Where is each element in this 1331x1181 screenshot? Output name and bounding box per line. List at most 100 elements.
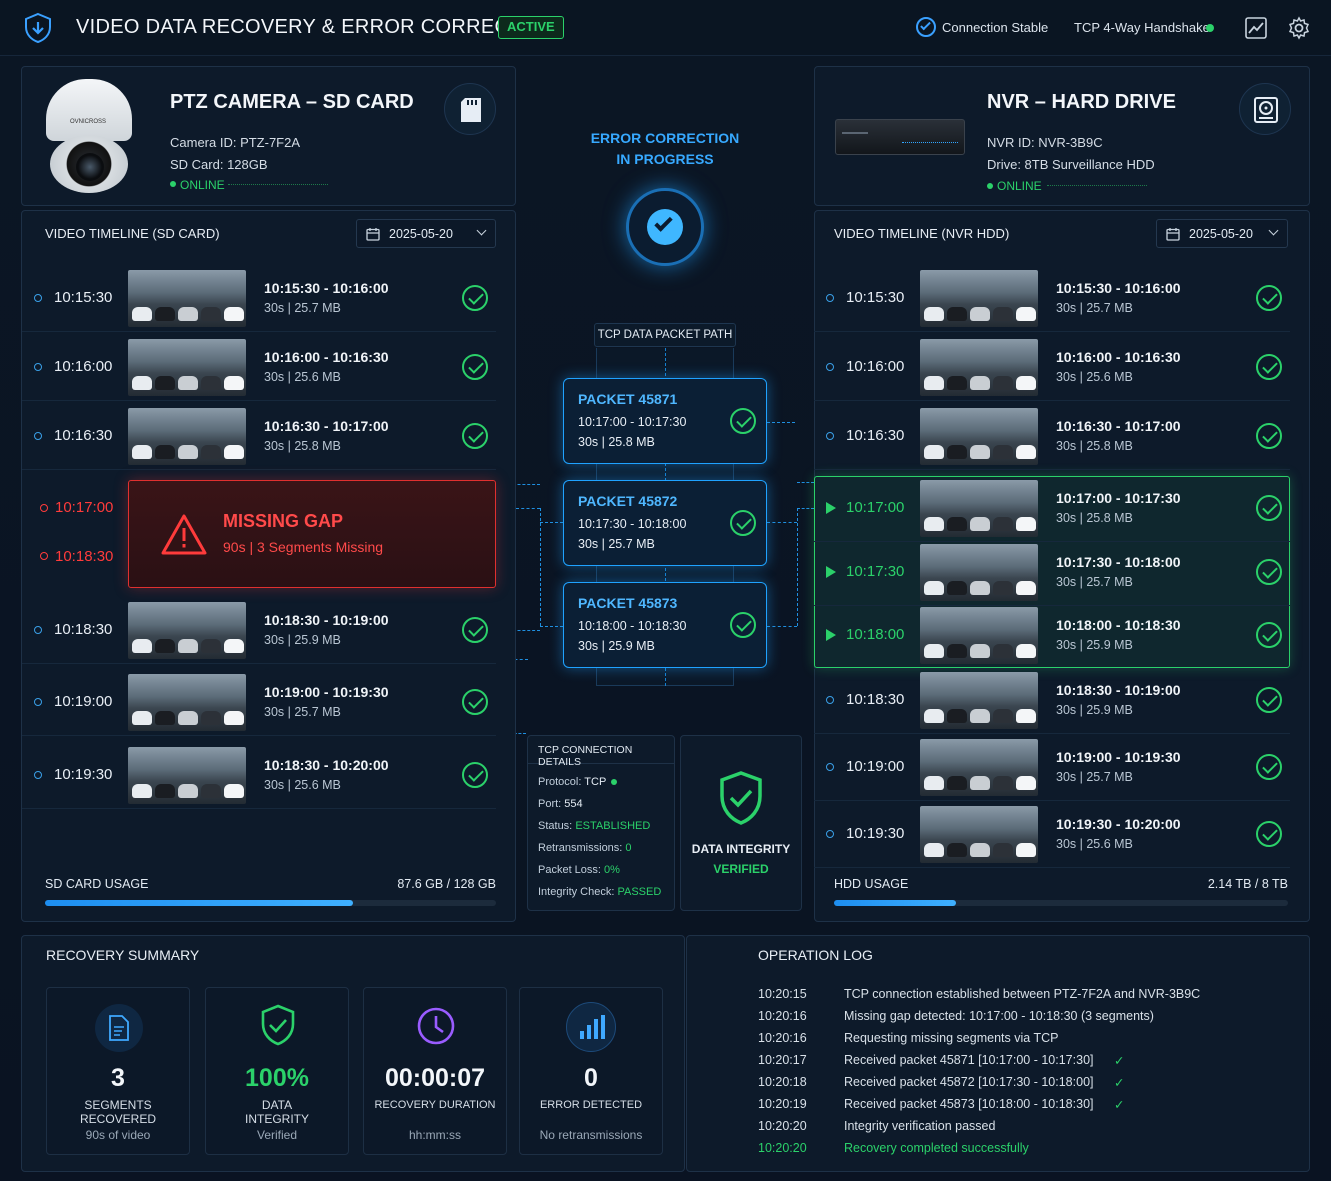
chevron-down-icon	[1268, 225, 1279, 236]
segment-time: 10:16:30	[34, 402, 112, 470]
timeline-row[interactable]: 10:16:00 10:16:00 - 10:16:30 30s | 25.6 MB	[814, 333, 1290, 401]
gap-start-time: 10:17:00	[55, 499, 114, 516]
timeline-dot	[34, 626, 42, 634]
timeline-dot	[34, 294, 42, 302]
app-title: VIDEO DATA RECOVERY & ERROR CORRECTION	[76, 16, 559, 38]
log-message: Missing gap detected: 10:17:00 - 10:18:3…	[844, 1009, 1154, 1023]
timeline-row[interactable]: 10:15:30 10:15:30 - 10:16:00 30s | 25.7 MB	[814, 264, 1290, 332]
log-time: 10:20:17	[758, 1053, 807, 1067]
packet-range: 10:17:00 - 10:17:30	[578, 415, 687, 429]
check-circle-icon	[462, 285, 488, 311]
packet-path-title: TCP DATA PACKET PATH	[594, 323, 736, 347]
timeline-row[interactable]: 10:16:00 10:16:00 - 10:16:30 30s | 25.6 MB	[22, 333, 496, 401]
video-thumbnail[interactable]	[128, 674, 246, 731]
timeline-row[interactable]: 10:18:30 10:18:30 - 10:19:00 30s | 25.9 MB	[22, 596, 496, 664]
packet-meta: 30s | 25.9 MB	[578, 639, 655, 653]
video-thumbnail[interactable]	[128, 270, 246, 327]
video-thumbnail[interactable]	[920, 739, 1038, 796]
sd-timeline-title: VIDEO TIMELINE (SD CARD)	[45, 226, 220, 241]
camera-online: ONLINE	[180, 178, 225, 192]
timeline-row[interactable]: 10:17:00 10:17:00 - 10:17:30 30s | 25.8 MB	[814, 474, 1290, 542]
camera-title: PTZ CAMERA – SD CARD	[170, 91, 414, 113]
video-thumbnail[interactable]	[128, 602, 246, 659]
timeline-row[interactable]: 10:18:30 10:18:30 - 10:19:00 30s | 25.9 MB	[814, 666, 1290, 734]
segment-time: 10:16:30	[826, 402, 904, 470]
segment-meta: 30s | 25.8 MB	[1056, 511, 1133, 525]
nvr-storage: Drive: 8TB Surveillance HDD	[987, 157, 1155, 172]
segment-info: 10:18:00 - 10:18:30 30s | 25.9 MB	[1056, 617, 1181, 652]
status-line-1: ERROR CORRECTION	[590, 130, 740, 146]
play-icon	[826, 502, 836, 514]
tcp-integrity: Integrity Check: PASSED	[538, 886, 662, 898]
packet-card[interactable]: PACKET 45873 10:18:00 - 10:18:30 30s | 2…	[563, 582, 767, 668]
missing-gap-card[interactable]: MISSING GAP 90s | 3 Segments Missing	[128, 480, 496, 588]
packet-card[interactable]: PACKET 45872 10:17:30 - 10:18:00 30s | 2…	[563, 480, 767, 566]
video-thumbnail[interactable]	[920, 270, 1038, 327]
log-time: 10:20:19	[758, 1097, 807, 1111]
nvr-id: NVR ID: NVR-3B9C	[987, 135, 1103, 150]
timeline-row[interactable]: 10:16:30 10:16:30 - 10:17:00 30s | 25.8 MB	[22, 402, 496, 470]
tcp-retransmissions: Retransmissions: 0	[538, 842, 632, 854]
video-thumbnail[interactable]	[920, 607, 1038, 664]
duration-value: 00:00:07	[384, 1064, 486, 1092]
gear-icon[interactable]	[1287, 16, 1311, 40]
timeline-row[interactable]: 10:19:30 10:18:30 - 10:20:00 30s | 25.6 MB	[22, 741, 496, 809]
shield-check-icon	[261, 1004, 295, 1046]
video-thumbnail[interactable]	[920, 544, 1038, 601]
segment-meta: 30s | 25.7 MB	[1056, 770, 1133, 784]
check-circle-icon	[1256, 821, 1282, 847]
connector-line	[767, 422, 795, 423]
nvr-date-select[interactable]: 2025-05-20	[1156, 219, 1288, 248]
chevron-down-icon	[476, 225, 487, 236]
video-thumbnail[interactable]	[920, 339, 1038, 396]
integrity-summary-label: DATA INTEGRITY	[244, 1098, 309, 1126]
timeline-row[interactable]: 10:17:30 10:17:30 - 10:18:00 30s | 25.7 MB	[814, 538, 1290, 606]
check-circle-icon	[1256, 354, 1282, 380]
video-thumbnail[interactable]	[920, 408, 1038, 465]
check-icon: ✓	[1114, 1076, 1125, 1090]
segment-meta: 30s | 25.6 MB	[264, 778, 341, 792]
log-time: 10:20:20	[758, 1119, 807, 1133]
camera-storage: SD Card: 128GB	[170, 157, 268, 172]
log-time: 10:20:20	[758, 1141, 807, 1155]
sd-usage-value: 87.6 GB / 128 GB	[397, 877, 496, 891]
segment-info: 10:16:00 - 10:16:30 30s | 25.6 MB	[1056, 349, 1181, 384]
line-chart-icon[interactable]	[1244, 16, 1268, 40]
video-thumbnail[interactable]	[128, 747, 246, 804]
check-circle-icon	[462, 689, 488, 715]
video-thumbnail[interactable]	[920, 806, 1038, 863]
segment-time: 10:16:00	[826, 333, 904, 401]
timeline-row[interactable]: 10:19:00 10:19:00 - 10:19:30 30s | 25.7 MB	[814, 733, 1290, 801]
video-thumbnail[interactable]	[128, 408, 246, 465]
timeline-row[interactable]: 10:18:00 10:18:00 - 10:18:30 30s | 25.9 MB	[814, 601, 1290, 669]
online-dot	[987, 183, 993, 189]
log-message: TCP connection established between PTZ-7…	[844, 987, 1201, 1001]
segment-info: 10:15:30 - 10:16:00 30s | 25.7 MB	[1056, 280, 1181, 315]
video-thumbnail[interactable]	[128, 339, 246, 396]
timeline-row[interactable]: 10:15:30 10:15:30 - 10:16:00 30s | 25.7 MB	[22, 264, 496, 332]
segment-info: 10:18:30 - 10:20:00 30s | 25.6 MB	[264, 757, 389, 792]
packet-card[interactable]: PACKET 45871 10:17:00 - 10:17:30 30s | 2…	[563, 378, 767, 464]
video-thumbnail[interactable]	[920, 672, 1038, 729]
timeline-row[interactable]: 10:19:00 10:19:00 - 10:19:30 30s | 25.7 MB	[22, 668, 496, 736]
sd-date-select[interactable]: 2025-05-20	[356, 219, 496, 248]
segment-info: 10:19:00 - 10:19:30 30s | 25.7 MB	[1056, 749, 1181, 784]
check-icon: ✓	[1114, 1054, 1125, 1068]
check-circle-icon	[462, 354, 488, 380]
segments-label: SEGMENTS RECOVERED	[79, 1098, 156, 1126]
camera-id: Camera ID: PTZ-7F2A	[170, 135, 301, 150]
camera-brand: OVNICROSS	[70, 119, 107, 125]
segment-info: 10:15:30 - 10:16:00 30s | 25.7 MB	[264, 280, 389, 315]
tcp-status: Status: ESTABLISHED	[538, 820, 651, 832]
segment-info: 10:19:30 - 10:20:00 30s | 25.6 MB	[1056, 816, 1181, 851]
check-circle-icon	[1256, 285, 1282, 311]
timeline-row[interactable]: 10:16:30 10:16:30 - 10:17:00 30s | 25.8 MB	[814, 402, 1290, 470]
connector-line	[797, 508, 798, 626]
timeline-row[interactable]: 10:19:30 10:19:30 - 10:20:00 30s | 25.6 MB	[814, 800, 1290, 868]
segment-time: 10:16:00	[34, 333, 112, 401]
hdd-usage-value: 2.14 TB / 8 TB	[1207, 877, 1288, 891]
gap-end-time: 10:18:30	[55, 548, 114, 565]
connector-line	[797, 482, 814, 483]
video-thumbnail[interactable]	[920, 480, 1038, 537]
segment-meta: 30s | 25.6 MB	[1056, 837, 1133, 851]
